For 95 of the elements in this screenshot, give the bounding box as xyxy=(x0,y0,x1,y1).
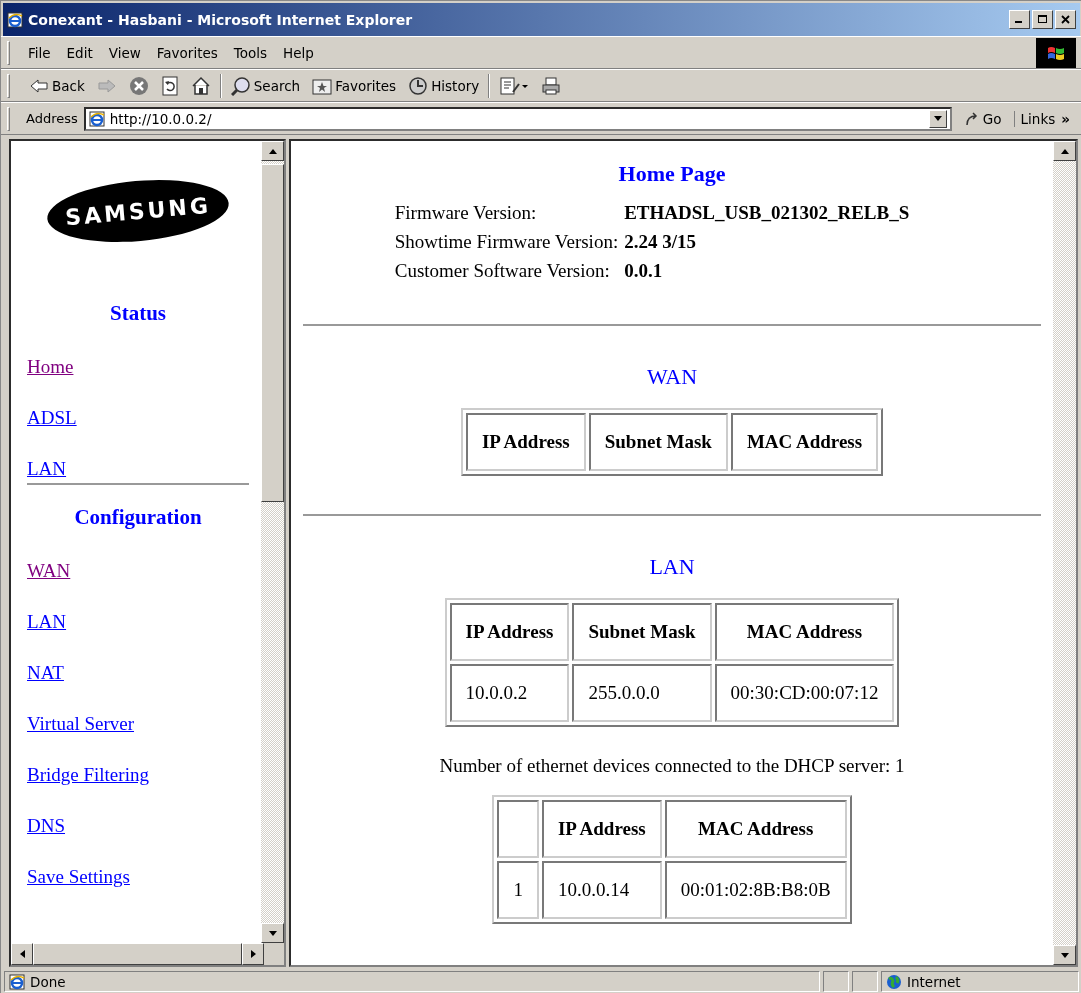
browser-icon xyxy=(9,973,25,990)
nav-link[interactable]: Virtual Server xyxy=(27,713,134,734)
home-icon xyxy=(190,75,211,96)
go-button[interactable]: Go xyxy=(957,110,1008,127)
column-header: IP Address xyxy=(465,413,586,471)
left-arrow-icon xyxy=(19,950,25,958)
forward-arrow-icon xyxy=(96,77,117,94)
scroll-down-button[interactable] xyxy=(261,923,284,943)
info-value: ETHADSL_USB_021302_RELB_S xyxy=(623,201,911,225)
search-button[interactable]: Search xyxy=(227,73,304,98)
stop-icon xyxy=(128,75,149,96)
globe-icon xyxy=(886,973,902,990)
edit-page-icon xyxy=(499,75,530,96)
menu-item[interactable]: File xyxy=(20,41,59,64)
dhcp-note: Number of ethernet devices connected to the DHCP server: 1 xyxy=(439,755,905,777)
nav-link[interactable]: WAN xyxy=(27,560,71,581)
nav-link[interactable]: Bridge Filtering xyxy=(27,764,149,785)
nav-link[interactable]: LAN xyxy=(27,458,67,479)
browser-icon xyxy=(88,110,105,127)
scrollbar-corner xyxy=(264,943,284,965)
nav-link[interactable]: Home xyxy=(27,356,74,377)
maximize-button[interactable] xyxy=(1032,10,1053,29)
go-arrow-icon xyxy=(963,110,980,127)
column-header: Subnet Mask xyxy=(588,413,728,471)
section-heading: Status xyxy=(109,301,167,326)
info-label: Customer Software Version: xyxy=(393,259,611,283)
minimize-button[interactable] xyxy=(1009,10,1030,29)
menu-item[interactable]: Favorites xyxy=(148,41,226,64)
column-header: MAC Address xyxy=(730,413,879,471)
address-field[interactable]: http://10.0.0.2/ xyxy=(109,110,924,127)
address-box[interactable]: http://10.0.0.2/ xyxy=(83,106,952,131)
right-arrow-icon xyxy=(250,950,256,958)
vertical-scrollbar[interactable] xyxy=(261,141,284,943)
scroll-left-button[interactable] xyxy=(11,943,33,965)
row-number: 1 xyxy=(497,861,539,919)
search-icon xyxy=(230,75,251,96)
nav-link[interactable]: DNS xyxy=(27,815,65,836)
table-cell: 10.0.0.14 xyxy=(541,861,662,919)
scroll-thumb[interactable] xyxy=(261,164,284,502)
dropdown-button[interactable] xyxy=(928,109,947,128)
table-cell: 255.0.0.0 xyxy=(572,664,712,722)
browser-icon xyxy=(7,11,23,28)
info-value: 0.0.1 xyxy=(623,259,664,283)
column-header: IP Address xyxy=(449,603,570,661)
info-value: 2.24 3/15 xyxy=(623,230,697,254)
page-title: Home Page xyxy=(618,161,726,187)
info-label: Showtime Firmware Version: xyxy=(393,230,620,254)
column-header: MAC Address xyxy=(664,800,847,858)
status-text: Done xyxy=(30,973,66,990)
menu-item[interactable]: Tools xyxy=(225,41,276,64)
links-button[interactable]: Links » xyxy=(1013,110,1076,127)
printer-icon xyxy=(541,75,562,96)
flag-icon xyxy=(1047,44,1065,61)
history-clock-icon xyxy=(408,75,429,96)
refresh-icon xyxy=(160,75,179,96)
nav-link[interactable]: NAT xyxy=(27,662,64,683)
window-title: Conexant - Hasbani - Microsoft Internet Explorer xyxy=(28,11,414,28)
down-arrow-icon xyxy=(268,930,277,936)
section-heading: LAN xyxy=(649,554,695,580)
vertical-scrollbar[interactable] xyxy=(1053,141,1076,965)
column-header: Subnet Mask xyxy=(572,603,712,661)
scroll-up-button[interactable] xyxy=(1053,141,1076,161)
column-header: IP Address xyxy=(541,800,662,858)
favorites-button[interactable]: Favorites xyxy=(309,74,400,97)
zone-text: Internet xyxy=(907,973,961,990)
table-cell: 00:30:CD:00:07:12 xyxy=(714,664,895,722)
table-cell: 00:01:02:8B:B8:0B xyxy=(664,861,847,919)
up-arrow-icon xyxy=(268,148,277,154)
close-icon xyxy=(1061,15,1070,24)
nav-link[interactable]: Save Settings xyxy=(27,866,130,887)
nav-link[interactable]: LAN xyxy=(27,611,67,632)
menu-item[interactable]: Edit xyxy=(58,41,101,64)
scroll-up-button[interactable] xyxy=(261,141,284,161)
section-heading: WAN xyxy=(646,364,698,390)
section-heading: Configuration xyxy=(73,505,203,530)
nav-link[interactable]: ADSL xyxy=(27,407,77,428)
scroll-right-button[interactable] xyxy=(242,943,265,965)
back-button[interactable]: Back xyxy=(26,75,88,96)
table-cell: 10.0.0.2 xyxy=(449,664,570,722)
star-folder-icon xyxy=(312,76,333,95)
down-arrow-icon xyxy=(1060,952,1069,958)
close-button[interactable] xyxy=(1055,10,1076,29)
info-label: Firmware Version: xyxy=(393,201,538,225)
horizontal-scrollbar[interactable] xyxy=(11,943,284,965)
scroll-down-button[interactable] xyxy=(1053,945,1076,965)
history-button[interactable]: History xyxy=(405,73,483,98)
scroll-thumb[interactable] xyxy=(33,943,243,965)
address-label: Address xyxy=(26,111,78,126)
maximize-icon xyxy=(1037,15,1048,24)
back-arrow-icon xyxy=(29,77,49,94)
column-header: MAC Address xyxy=(714,603,895,661)
menu-item[interactable]: Help xyxy=(275,41,322,64)
caret-icon xyxy=(933,116,942,121)
up-arrow-icon xyxy=(1060,148,1069,154)
menu-item[interactable]: View xyxy=(100,41,149,64)
